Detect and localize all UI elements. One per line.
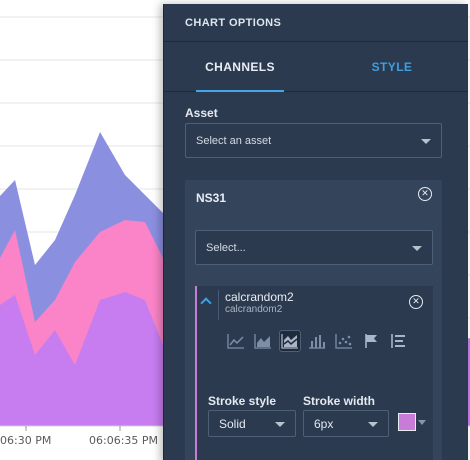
tab-style[interactable]: STYLE — [316, 42, 468, 91]
asset-select-placeholder: Select an asset — [196, 134, 272, 147]
source-name: NS31 — [196, 191, 227, 205]
bar-chart-icon[interactable] — [306, 330, 328, 352]
x-tick-label: 06:30 PM — [0, 434, 52, 447]
stroke-width-label: Stroke width — [303, 394, 376, 408]
divider — [218, 290, 219, 320]
line-chart-icon[interactable] — [225, 330, 247, 352]
stroke-width-select[interactable]: 6px — [303, 410, 389, 437]
chevron-down-icon — [412, 245, 422, 251]
channel-name: calcrandom2 — [225, 290, 294, 304]
remove-channel-button[interactable]: ✕ — [409, 295, 423, 309]
area-chart-icon[interactable] — [252, 330, 274, 352]
series-color-swatch[interactable] — [398, 413, 416, 431]
source-card: NS31 ✕ Select... calcrandom2 calcrandom2… — [185, 180, 442, 460]
chevron-down-icon — [275, 421, 285, 427]
panel-tabs: CHANNELS STYLE — [164, 42, 468, 92]
app-screen: 06:30 PM 06:06:35 PM CHART OPTIONS CHANN… — [0, 0, 470, 460]
scatter-chart-icon[interactable] — [333, 330, 355, 352]
stroke-style-label: Stroke style — [208, 394, 277, 408]
channel-card: calcrandom2 calcrandom2 ✕ Stroke style S… — [195, 286, 433, 460]
tab-channels[interactable]: CHANNELS — [164, 42, 316, 92]
color-dropdown-caret-icon[interactable] — [418, 420, 426, 425]
stroke-style-value: Solid — [219, 416, 246, 431]
chevron-down-icon — [368, 421, 378, 427]
chart-type-selector — [225, 330, 409, 356]
channel-select[interactable]: Select... — [195, 230, 433, 265]
list-icon[interactable] — [387, 330, 409, 352]
stroke-width-value: 6px — [314, 416, 334, 431]
channel-subtitle: calcrandom2 — [225, 304, 283, 315]
collapse-chevron-icon[interactable] — [202, 294, 210, 307]
stacked-area-chart-icon[interactable] — [279, 330, 301, 352]
asset-label: Asset — [185, 106, 218, 120]
chart-options-panel: CHART OPTIONS CHANNELS STYLE Asset Selec… — [163, 4, 468, 460]
flag-icon[interactable] — [360, 330, 382, 352]
stroke-style-select[interactable]: Solid — [208, 410, 296, 437]
channel-select-placeholder: Select... — [206, 241, 246, 254]
remove-source-button[interactable]: ✕ — [418, 187, 432, 201]
x-tick-label: 06:06:35 PM — [89, 434, 159, 447]
close-icon: ✕ — [421, 188, 429, 199]
chevron-down-icon — [421, 138, 431, 144]
close-icon: ✕ — [412, 296, 420, 307]
asset-select[interactable]: Select an asset — [185, 123, 442, 158]
panel-title: CHART OPTIONS — [164, 4, 468, 42]
